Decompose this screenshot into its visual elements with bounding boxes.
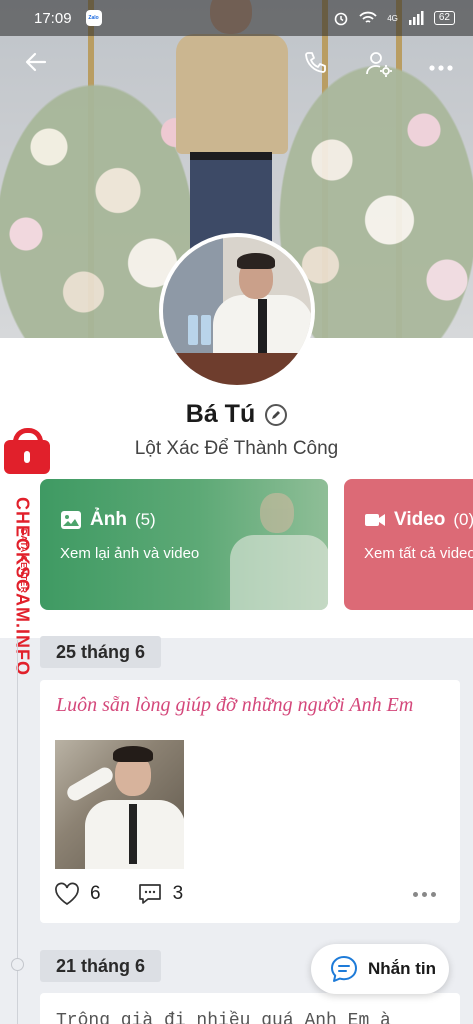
post-image[interactable] xyxy=(55,740,184,869)
post-caption: Trông già đi nhiều quá Anh Em à xyxy=(56,1011,391,1024)
message-button[interactable]: Nhắn tin xyxy=(311,944,449,994)
videos-card[interactable]: Video (0) Xem tất cả video xyxy=(344,479,473,610)
back-arrow-icon xyxy=(25,52,47,72)
profile-name-row: Bá Tú xyxy=(0,400,473,429)
cover-person xyxy=(160,0,300,262)
watermark-brand: CHECKSCAM.INFO xyxy=(12,497,33,676)
photos-card-title: Ảnh (5) xyxy=(60,509,156,531)
videos-subtitle: Xem tất cả video xyxy=(364,545,473,562)
photos-subtitle: Xem lại ảnh và video xyxy=(60,545,200,562)
like-count: 6 xyxy=(90,883,101,904)
post-more-button[interactable] xyxy=(413,892,436,897)
date-chip: 25 tháng 6 xyxy=(40,636,162,668)
photos-label: Ảnh xyxy=(90,509,127,530)
post-actions: 6 3 xyxy=(54,882,183,906)
profile-settings-button[interactable] xyxy=(365,50,393,78)
timeline-post[interactable]: Trông già đi nhiều quá Anh Em à xyxy=(40,993,460,1024)
photos-count: (5) xyxy=(134,510,156,529)
signal-icon xyxy=(408,11,424,25)
zalo-notification-icon: Zalo xyxy=(85,10,102,26)
videos-count: (0) xyxy=(453,510,473,529)
status-bar: 17:09 Zalo 4G 62 xyxy=(0,0,473,36)
message-button-label: Nhắn tin xyxy=(368,959,436,978)
like-button[interactable]: 6 xyxy=(54,882,101,906)
checkscam-watermark: DATA CENTER CHECKSCAM.INFO xyxy=(2,428,50,676)
videos-label: Video xyxy=(394,509,446,530)
phone-icon xyxy=(305,52,326,73)
image-icon xyxy=(61,511,81,529)
call-button[interactable] xyxy=(302,50,328,76)
timeline-post[interactable]: Luôn sẵn lòng giúp đỡ những người Anh Em… xyxy=(40,680,460,923)
video-camera-icon xyxy=(365,514,385,526)
back-button[interactable] xyxy=(24,50,48,74)
photo-card-thumbnail xyxy=(210,479,328,610)
date-chip: 21 tháng 6 xyxy=(40,950,162,982)
network-type: 4G xyxy=(387,13,398,23)
edit-name-button[interactable] xyxy=(265,403,288,426)
wifi-icon xyxy=(359,11,377,23)
comment-icon xyxy=(138,884,161,904)
lock-icon xyxy=(4,428,50,474)
timeline-dot xyxy=(11,958,24,971)
post-caption: Luôn sẵn lòng giúp đỡ những người Anh Em xyxy=(56,694,414,716)
videos-card-title: Video (0) xyxy=(364,509,473,531)
status-time: 17:09 xyxy=(34,9,72,27)
avatar[interactable] xyxy=(159,233,315,389)
user-gear-icon xyxy=(366,52,392,77)
pencil-icon xyxy=(272,410,281,419)
heart-icon xyxy=(55,882,79,906)
profile-name: Bá Tú xyxy=(185,400,256,428)
comment-button[interactable]: 3 xyxy=(137,882,184,906)
profile-bio: Lột Xác Để Thành Công xyxy=(134,438,339,459)
more-icon xyxy=(429,65,453,71)
comment-count: 3 xyxy=(172,883,184,904)
battery-icon: 62 xyxy=(433,11,455,25)
photos-card[interactable]: Ảnh (5) Xem lại ảnh và video xyxy=(40,479,328,610)
chat-bubble-icon xyxy=(331,956,357,982)
alarm-icon xyxy=(334,12,348,26)
more-options-button[interactable] xyxy=(428,64,454,72)
